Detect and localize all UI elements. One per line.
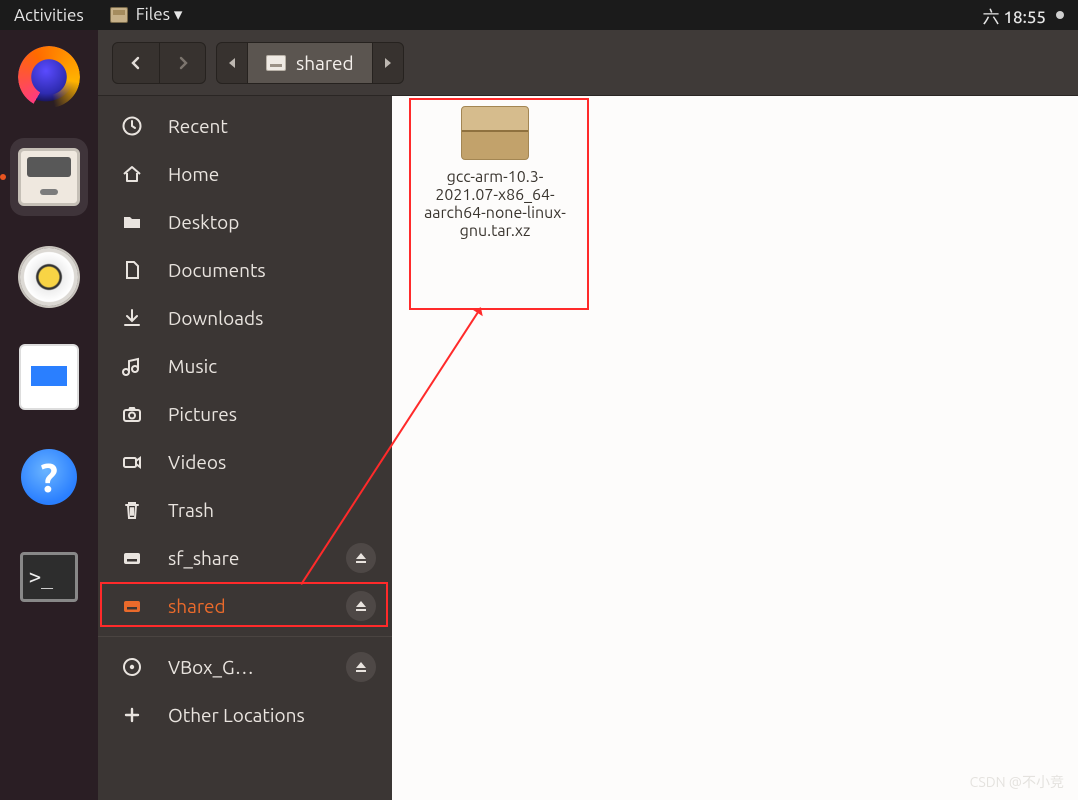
sidebar-item-label: VBox_G… bbox=[168, 656, 322, 678]
document-icon bbox=[120, 258, 144, 282]
launcher-dock: ? >_ bbox=[0, 30, 98, 800]
plus-icon bbox=[120, 703, 144, 727]
indicator-dot-icon bbox=[1056, 11, 1064, 19]
help-icon: ? bbox=[21, 449, 77, 505]
eject-icon bbox=[354, 660, 368, 674]
sidebar-item-label: Pictures bbox=[168, 403, 376, 425]
sidebar-item-label: Home bbox=[168, 163, 376, 185]
dock-terminal[interactable]: >_ bbox=[10, 538, 88, 616]
triangle-right-icon bbox=[383, 57, 393, 69]
top-panel: Activities Files ▾ 六 18:55 bbox=[0, 0, 1078, 30]
chevron-left-icon bbox=[129, 56, 143, 70]
video-icon bbox=[120, 450, 144, 474]
sidebar-item-vbox[interactable]: VBox_G… bbox=[98, 643, 392, 691]
sidebar-item-label: sf_share bbox=[168, 547, 322, 569]
headerbar: shared bbox=[98, 30, 1078, 96]
forward-button[interactable] bbox=[159, 43, 205, 83]
speaker-icon bbox=[20, 248, 78, 306]
annotation-box-sidebar bbox=[100, 582, 388, 627]
app-menu-label: Files ▾ bbox=[136, 5, 183, 25]
sidebar-item-label: Recent bbox=[168, 115, 376, 137]
dock-writer[interactable] bbox=[10, 338, 88, 416]
sidebar-item-documents[interactable]: Documents bbox=[98, 246, 392, 294]
camera-icon bbox=[120, 402, 144, 426]
clock-label: 六 18:55 bbox=[983, 3, 1047, 28]
clock-area[interactable]: 六 18:55 bbox=[983, 3, 1065, 28]
clock-icon bbox=[120, 114, 144, 138]
disc-icon bbox=[120, 655, 144, 679]
sidebar-item-pictures[interactable]: Pictures bbox=[98, 390, 392, 438]
path-crumb-shared[interactable]: shared bbox=[247, 43, 373, 83]
path-bar: shared bbox=[216, 42, 404, 84]
sidebar-item-desktop[interactable]: Desktop bbox=[98, 198, 392, 246]
sidebar-item-label: Documents bbox=[168, 259, 376, 281]
dock-firefox[interactable] bbox=[10, 38, 88, 116]
eject-button[interactable] bbox=[346, 543, 376, 573]
home-icon bbox=[120, 162, 144, 186]
sidebar-item-label: Desktop bbox=[168, 211, 376, 233]
activities-button[interactable]: Activities bbox=[14, 6, 84, 25]
trash-icon bbox=[120, 498, 144, 522]
places-sidebar: Recent Home Desktop Documents Downloads … bbox=[98, 96, 392, 800]
eject-icon bbox=[354, 551, 368, 565]
sidebar-item-label: Videos bbox=[168, 451, 376, 473]
app-menu[interactable]: Files ▾ bbox=[110, 5, 183, 25]
sidebar-item-downloads[interactable]: Downloads bbox=[98, 294, 392, 342]
drive-icon bbox=[266, 55, 286, 71]
annotation-box-file bbox=[409, 98, 589, 310]
music-icon bbox=[120, 354, 144, 378]
sidebar-separator bbox=[98, 636, 392, 637]
path-prev-button[interactable] bbox=[217, 57, 247, 69]
eject-button[interactable] bbox=[346, 652, 376, 682]
writer-icon bbox=[21, 346, 77, 408]
sidebar-item-other-locations[interactable]: Other Locations bbox=[98, 691, 392, 739]
dock-rhythmbox[interactable] bbox=[10, 238, 88, 316]
sidebar-item-music[interactable]: Music bbox=[98, 342, 392, 390]
dock-help[interactable]: ? bbox=[10, 438, 88, 516]
back-button[interactable] bbox=[113, 43, 159, 83]
download-icon bbox=[120, 306, 144, 330]
triangle-left-icon bbox=[227, 57, 237, 69]
sidebar-item-label: Other Locations bbox=[168, 704, 376, 726]
path-crumb-label: shared bbox=[296, 52, 354, 74]
nav-buttons bbox=[112, 42, 206, 84]
path-next-button[interactable] bbox=[373, 57, 403, 69]
sidebar-item-home[interactable]: Home bbox=[98, 150, 392, 198]
watermark-text: CSDN @不小竞 bbox=[970, 772, 1064, 792]
files-app-icon bbox=[110, 7, 128, 23]
sidebar-item-label: Downloads bbox=[168, 307, 376, 329]
sidebar-item-sf-share[interactable]: sf_share bbox=[98, 534, 392, 582]
sidebar-item-recent[interactable]: Recent bbox=[98, 102, 392, 150]
chevron-right-icon bbox=[176, 56, 190, 70]
sidebar-item-label: Music bbox=[168, 355, 376, 377]
drive-icon bbox=[120, 546, 144, 570]
firefox-icon bbox=[18, 46, 80, 108]
terminal-icon: >_ bbox=[20, 552, 78, 602]
file-cabinet-icon bbox=[18, 148, 80, 206]
dock-files[interactable] bbox=[10, 138, 88, 216]
folder-icon bbox=[120, 210, 144, 234]
sidebar-item-videos[interactable]: Videos bbox=[98, 438, 392, 486]
